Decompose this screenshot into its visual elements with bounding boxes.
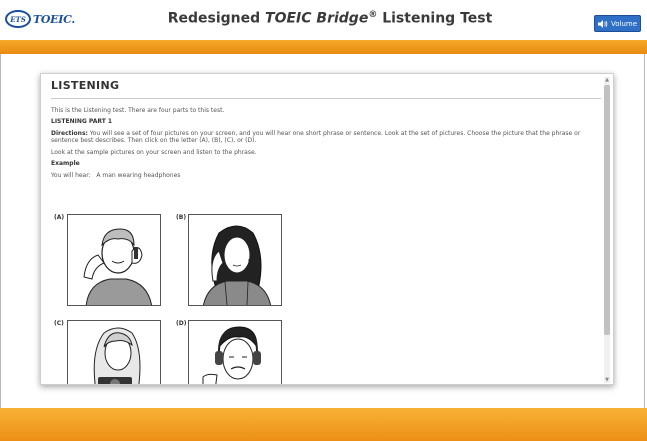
title-product: TOEIC Bridge — [265, 10, 369, 27]
scrollbar-thumb[interactable] — [604, 85, 610, 335]
part-heading: LISTENING PART 1 — [51, 118, 113, 125]
volume-button[interactable]: Volume — [594, 15, 641, 32]
ets-logo-text: ETS — [10, 14, 26, 24]
option-label-d[interactable]: (D) — [176, 320, 186, 327]
ets-toeic-logo: ETS TOEIC. — [5, 9, 75, 29]
speaker-icon — [597, 19, 608, 28]
woman-with-earbuds-illustration — [202, 225, 272, 305]
directions-text: You will see a set of four pictures on y… — [51, 129, 581, 145]
you-will-hear-label: You will hear: — [51, 171, 91, 179]
picture-a[interactable] — [67, 214, 161, 306]
header: ETS TOEIC. Redesigned TOEIC Bridge® List… — [0, 0, 647, 40]
bottom-orange-band — [0, 408, 647, 441]
option-label-b[interactable]: (B) — [176, 214, 186, 221]
intro-text: This is the Listening test. There are fo… — [51, 106, 225, 114]
divider — [51, 97, 601, 99]
look-instruction: Look at the sample pictures on your scre… — [51, 148, 257, 156]
directions-label: Directions: — [51, 129, 88, 137]
title-prefix: Redesigned — [167, 10, 266, 27]
woman-with-camera-illustration — [93, 327, 141, 384]
top-orange-band — [0, 40, 647, 54]
toeic-logo-text: TOEIC. — [33, 12, 75, 26]
title-registered-mark: ® — [368, 10, 378, 20]
picture-d[interactable] — [188, 320, 282, 384]
option-label-a[interactable]: (A) — [54, 214, 64, 221]
scroll-up-arrow-icon[interactable]: ▲ — [604, 77, 610, 83]
picture-b[interactable] — [188, 214, 282, 306]
test-content-panel: LISTENING This is the Listening test. Th… — [40, 73, 614, 385]
you-will-hear-text: A man wearing headphones — [96, 171, 181, 179]
you-will-hear-row: You will hear: A man wearing headphones — [51, 172, 601, 180]
section-heading: LISTENING — [51, 79, 120, 92]
option-label-c[interactable]: (C) — [54, 320, 64, 327]
scroll-down-arrow-icon[interactable]: ▼ — [604, 377, 610, 383]
picture-c[interactable] — [67, 320, 161, 384]
volume-label: Volume — [610, 19, 638, 28]
example-heading: Example — [51, 160, 80, 167]
man-on-phone-illustration — [83, 228, 153, 305]
vertical-scrollbar[interactable]: ▲ ▼ — [604, 77, 610, 383]
ets-logo-badge: ETS — [5, 10, 31, 28]
man-with-headphones-illustration — [202, 326, 261, 384]
directions-paragraph: Directions: You will see a set of four p… — [51, 130, 601, 145]
picture-grid: (A) (B) (C) (D) — [54, 214, 355, 384]
title-suffix: Listening Test — [377, 10, 493, 27]
page-title: Redesigned TOEIC Bridge® Listening Test — [120, 10, 540, 27]
